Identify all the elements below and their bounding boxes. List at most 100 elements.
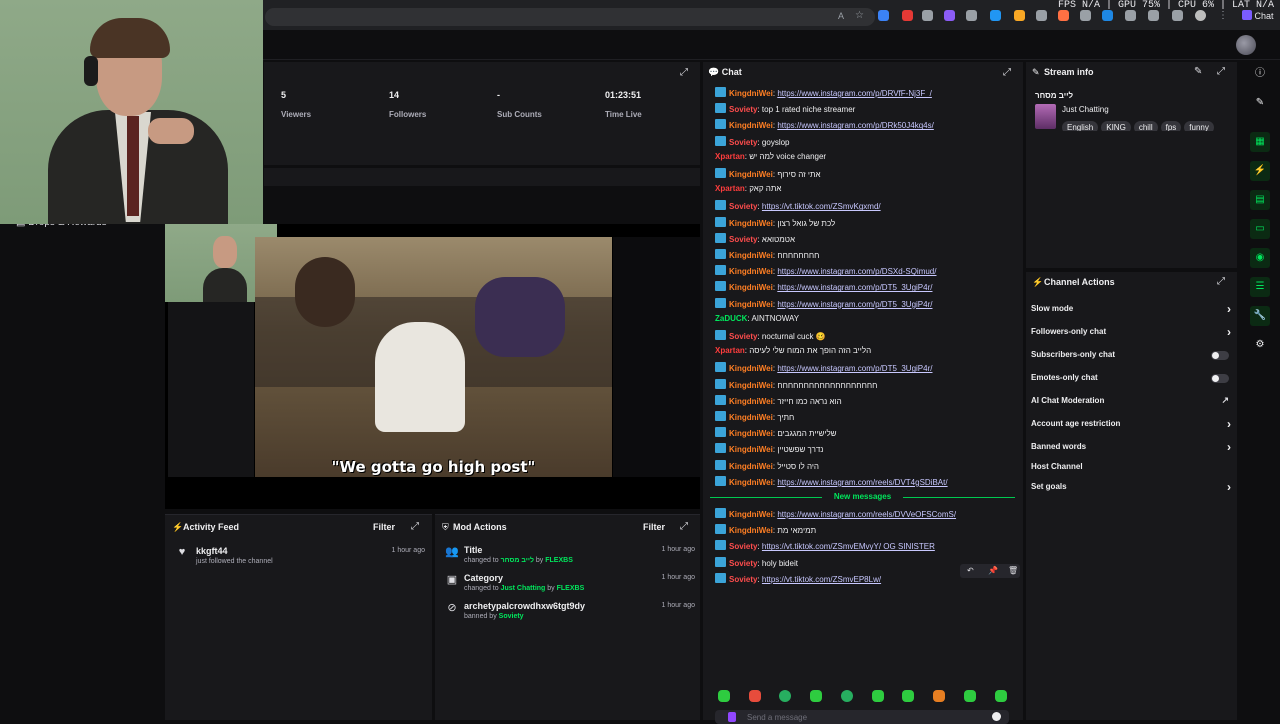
chat-message[interactable]: Xpartan: הלייב הזה הופך את המוח שלי לעיס… (715, 346, 1020, 356)
profile-avatar-icon[interactable] (1195, 10, 1206, 21)
user-avatar[interactable] (1236, 35, 1256, 55)
chat-link[interactable]: https://vt.tiktok.com/ZSmvEP8Lw/ (762, 575, 881, 584)
chat-message[interactable]: ZaDUCK: AINTNOWAY (715, 314, 1020, 324)
chat-message[interactable]: Soviety: top 1 rated niche streamer (715, 103, 1020, 115)
emote-icon[interactable] (872, 690, 884, 702)
extension-icon[interactable] (878, 10, 889, 21)
tag[interactable]: KING (1101, 121, 1131, 131)
emote-icon[interactable] (718, 690, 730, 702)
tag[interactable]: fps (1160, 121, 1182, 131)
stream-category[interactable]: Just Chatting (1062, 105, 1109, 114)
chat-message[interactable]: KingdniWei: תמימאי מת (715, 524, 1020, 536)
chat-username[interactable]: Xpartan (715, 152, 745, 161)
chat-message[interactable]: KingdniWei: הוא נראה כמו חייזר (715, 394, 1020, 407)
reply-icon[interactable]: ↶ (967, 566, 974, 575)
chat-username[interactable]: Soviety (729, 559, 757, 568)
chat-username[interactable]: KingdniWei (729, 251, 773, 260)
lightning-icon[interactable]: ⚡ (1250, 161, 1270, 181)
broadcast-icon[interactable]: ◉ (1250, 248, 1270, 268)
emote-icon[interactable] (779, 690, 791, 702)
chat-message[interactable]: KingdniWei: חתיך (715, 411, 1020, 423)
chat-message[interactable]: KingdniWei: https://www.instagram.com/p/… (715, 281, 1020, 293)
chat-username[interactable]: KingdniWei (729, 89, 773, 98)
extension-icon[interactable] (990, 10, 1001, 21)
chat-message[interactable]: KingdniWei: https://www.instagram.com/p/… (715, 362, 1020, 374)
chat-message[interactable]: Soviety: https://vt.tiktok.com/ZSmvEMvyY… (715, 540, 1020, 552)
extension-icon[interactable] (902, 10, 913, 21)
banned-words-row[interactable]: Banned words › (1031, 440, 1231, 454)
translate-icon[interactable]: A (838, 11, 844, 21)
slow-mode-row[interactable]: Slow mode › (1031, 302, 1231, 316)
chat-link[interactable]: https://www.instagram.com/p/DT5_3UgiP4r/ (777, 300, 932, 309)
emotes-only-toggle[interactable] (1211, 374, 1229, 383)
chat-link[interactable]: https://vt.tiktok.com/ZSmvKgxmd/ (762, 202, 881, 211)
chat-username[interactable]: KingdniWei (729, 381, 773, 390)
delete-icon[interactable]: 🗑 (1008, 566, 1018, 575)
chat-link[interactable]: https://www.instagram.com/p/DT5_3UgiP4r/ (777, 283, 932, 292)
expand-icon[interactable]: ⤢ (680, 521, 688, 532)
emote-icon[interactable] (749, 690, 761, 702)
followers-only-row[interactable]: Followers-only chat › (1031, 325, 1231, 339)
set-goals-row[interactable]: Set goals › (1031, 480, 1231, 494)
chat-message[interactable]: KingdniWei: שלישיית המגגבים (715, 427, 1020, 439)
emote-icon[interactable] (810, 690, 822, 702)
address-bar[interactable] (265, 8, 875, 26)
chat-link[interactable]: https://www.instagram.com/reels/DVVeOFSC… (777, 510, 956, 519)
chat-message[interactable]: KingdniWei: היה לו סטייל (715, 459, 1020, 472)
chat-link[interactable]: https://www.instagram.com/p/DRVfF-Nj3F_/ (777, 89, 932, 98)
chat-link[interactable]: https://www.instagram.com/reels/DVT4gSDi… (777, 478, 947, 487)
menu-dots-icon[interactable]: ⋮ (1218, 10, 1228, 21)
chat-link[interactable]: https://www.instagram.com/p/DT5_3UgiP4r/ (777, 364, 932, 373)
chat-username[interactable]: KingdniWei (729, 462, 773, 471)
account-age-row[interactable]: Account age restriction › (1031, 417, 1231, 431)
message-icon[interactable]: ▭ (1250, 219, 1270, 239)
chat-username[interactable]: Soviety (729, 542, 757, 551)
info-icon[interactable]: ⓘ (1250, 64, 1270, 84)
extension-icon[interactable] (944, 10, 955, 21)
chat-message[interactable]: Soviety: אטמטואא (715, 232, 1020, 245)
extension-icon[interactable] (1172, 10, 1183, 21)
chat-username[interactable]: ZaDUCK (715, 314, 747, 323)
puzzle-icon[interactable] (1125, 10, 1136, 21)
chat-username[interactable]: KingdniWei (729, 429, 773, 438)
chat-username[interactable]: Soviety (729, 202, 757, 211)
bookmark-star-icon[interactable]: ☆ (855, 10, 864, 21)
chat-username[interactable]: Soviety (729, 575, 757, 584)
extension-icon[interactable] (1036, 10, 1047, 21)
tag[interactable]: English (1062, 121, 1099, 131)
chat-message[interactable]: KingdniWei: נדרך שפשטיין (715, 443, 1020, 455)
chat-username[interactable]: Soviety (729, 105, 757, 114)
emote-icon[interactable] (933, 690, 945, 702)
extension-icon[interactable] (1014, 10, 1025, 21)
chat-username[interactable]: Soviety (729, 332, 757, 341)
chat-message[interactable]: Xpartan: אתה קאק (715, 184, 1020, 194)
chat-message[interactable]: KingdniWei: https://www.instagram.com/re… (715, 508, 1020, 520)
list-icon[interactable]: ☰ (1250, 277, 1270, 297)
chat-message[interactable]: Soviety: https://vt.tiktok.com/ZSmvKgxmd… (715, 200, 1020, 212)
chat-username[interactable]: KingdniWei (729, 413, 773, 422)
chat-username[interactable]: KingdniWei (729, 526, 773, 535)
chat-message[interactable]: KingdniWei: https://www.instagram.com/p/… (715, 87, 1020, 99)
pencil-icon[interactable]: ✎ (1250, 93, 1270, 113)
chat-username[interactable]: Xpartan (715, 184, 745, 193)
emote-icon[interactable] (995, 690, 1007, 702)
pencil-icon[interactable]: ✎ (1194, 66, 1202, 77)
tag[interactable]: chill (1133, 121, 1158, 131)
chat-username[interactable]: KingdniWei (729, 170, 773, 179)
host-channel-row[interactable]: Host Channel (1031, 462, 1231, 474)
chat-username[interactable]: KingdniWei (729, 121, 773, 130)
extension-icon[interactable] (1148, 10, 1159, 21)
filter-button[interactable]: Filter (643, 522, 665, 532)
emote-icon[interactable] (902, 690, 914, 702)
mod-action-name[interactable]: archetypalcrowdhxw6tgt9dy (464, 601, 695, 611)
shield-icon[interactable] (922, 10, 933, 21)
subscribers-only-toggle[interactable] (1211, 351, 1229, 360)
emote-icon[interactable] (841, 690, 853, 702)
chat-link[interactable]: https://www.instagram.com/p/DSXd-SQimud/ (777, 267, 936, 276)
ai-moderation-row[interactable]: AI Chat Moderation ↗ (1031, 395, 1231, 408)
emote-icon[interactable] (964, 690, 976, 702)
chat-message[interactable]: KingdniWei: https://www.instagram.com/p/… (715, 297, 1020, 310)
chat-message[interactable]: Xpartan: למה יש voice changer (715, 152, 1020, 162)
chat-username[interactable]: KingdniWei (729, 364, 773, 373)
wrench-icon[interactable]: 🔧 (1250, 306, 1270, 326)
